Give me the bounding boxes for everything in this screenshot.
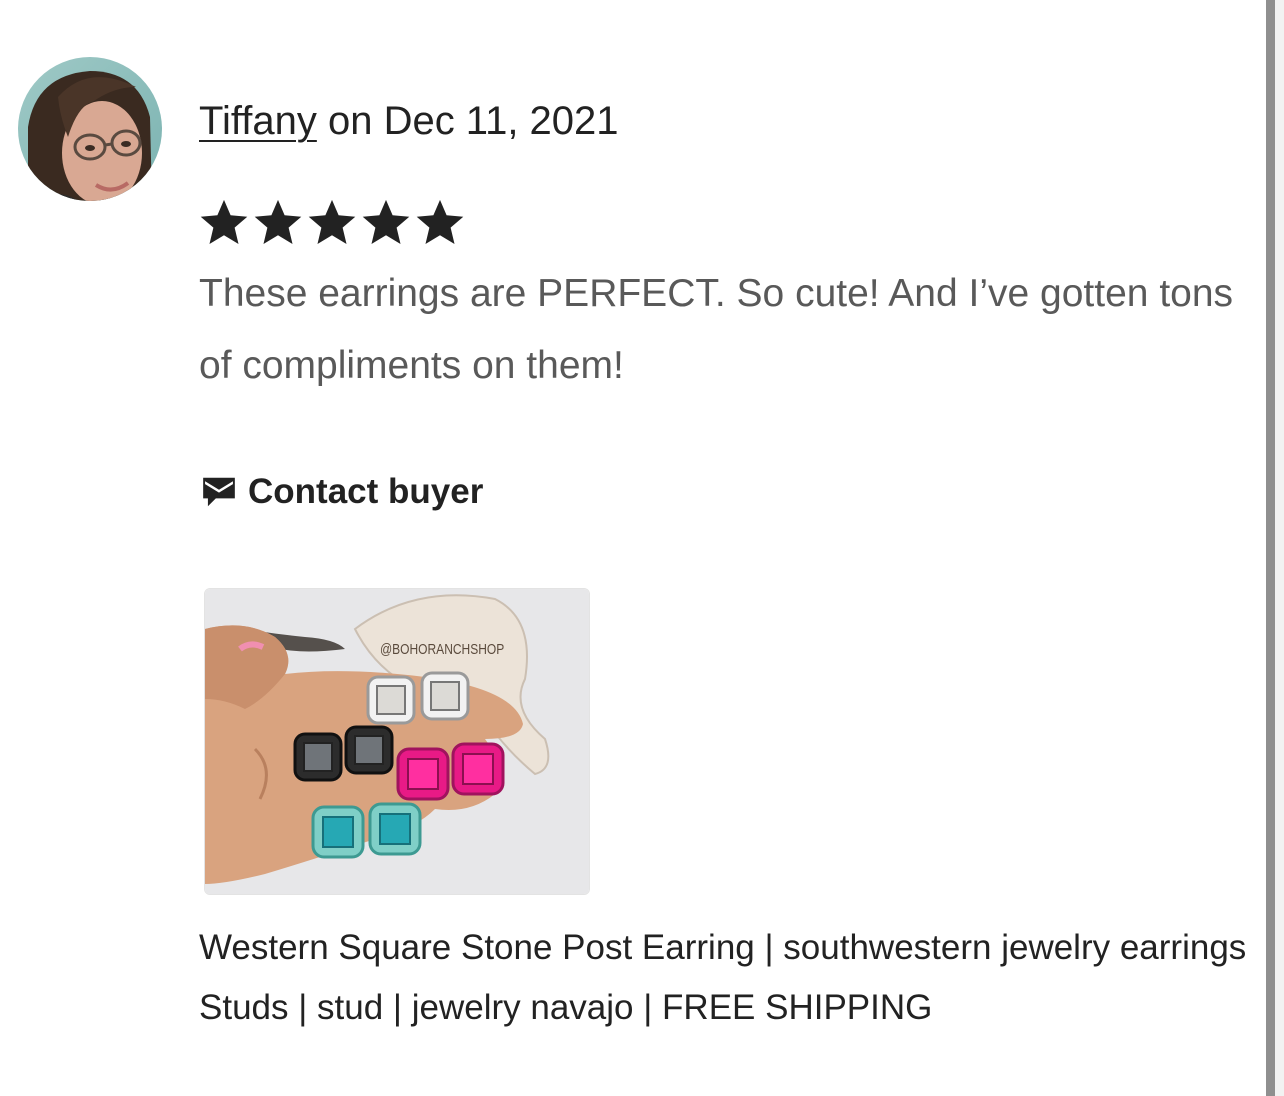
contact-buyer-label: Contact buyer <box>248 472 484 511</box>
photo-watermark: @BOHORANCHSHOP <box>380 641 505 658</box>
envelope-icon <box>203 477 235 507</box>
reviewer-line: Tiffany on Dec 11, 2021 <box>199 97 619 145</box>
star-icon <box>200 199 248 244</box>
review-date: on Dec 11, 2021 <box>316 99 619 143</box>
reviewer-name-link[interactable]: Tiffany <box>199 99 317 143</box>
star-icon <box>362 199 410 244</box>
star-icon <box>416 199 464 244</box>
star-icon <box>308 199 356 244</box>
review-text: These earrings are PERFECT. So cute! And… <box>199 272 1234 387</box>
star-icon <box>254 199 302 244</box>
reviewer-avatar[interactable] <box>18 57 162 201</box>
star-rating <box>198 192 466 252</box>
product-title-link[interactable]: Western Square Stone Post Earring | sout… <box>199 918 1249 1038</box>
contact-buyer-button[interactable]: Contact buyer <box>200 472 483 512</box>
product-photo[interactable]: @BOHORANCHSHOP <box>204 588 590 895</box>
scrollbar-thumb[interactable] <box>1266 0 1275 1096</box>
